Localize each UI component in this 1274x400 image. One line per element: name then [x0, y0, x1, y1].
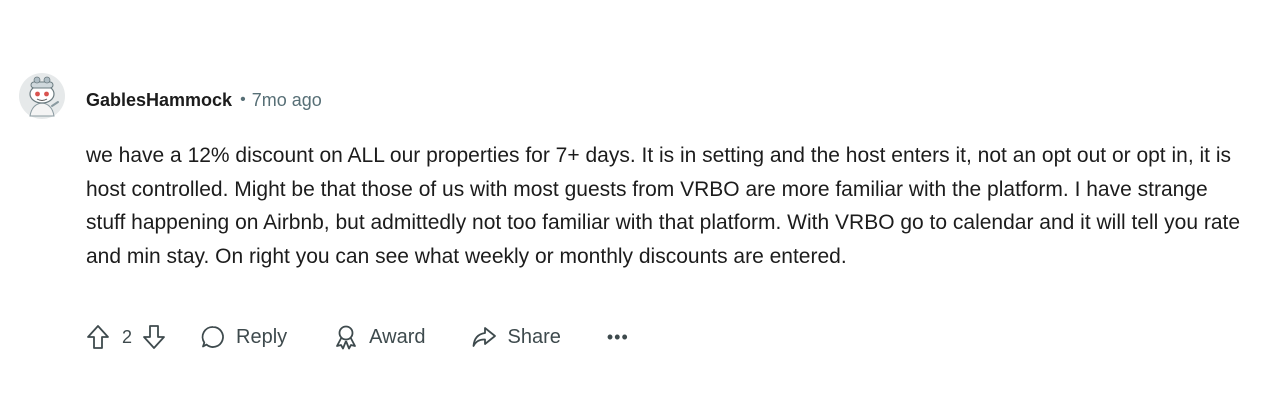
comment-body: we have a 12% discount on ALL our proper…	[86, 144, 1241, 268]
separator-dot: •	[240, 91, 246, 108]
snoo-avatar-icon[interactable]	[18, 72, 66, 120]
timestamp[interactable]: 7mo ago	[252, 90, 322, 111]
comment: GablesHammock • 7mo ago we have a 12% di…	[0, 0, 1274, 400]
downvote-arrow-icon[interactable]	[142, 324, 166, 350]
vote-group: 2	[86, 324, 166, 350]
share-label: Share	[507, 325, 561, 348]
award-ribbon-icon	[333, 324, 359, 350]
overflow-menu-button[interactable]: •••	[607, 327, 629, 348]
award-button[interactable]: Award	[333, 324, 425, 350]
comment-header: GablesHammock • 7mo ago	[86, 88, 322, 112]
share-button[interactable]: Share	[471, 324, 561, 350]
speech-bubble-icon	[200, 324, 226, 350]
overflow-dots-icon: •••	[606, 326, 629, 347]
username[interactable]: GablesHammock	[86, 90, 232, 111]
award-label: Award	[369, 325, 426, 348]
upvote-arrow-icon[interactable]	[86, 324, 110, 350]
comment-actions: 2 Reply Award Share •••	[86, 320, 629, 354]
vote-score: 2	[122, 326, 133, 347]
reply-label: Reply	[236, 325, 288, 348]
share-arrow-icon	[471, 324, 497, 350]
reply-button[interactable]: Reply	[200, 324, 287, 350]
